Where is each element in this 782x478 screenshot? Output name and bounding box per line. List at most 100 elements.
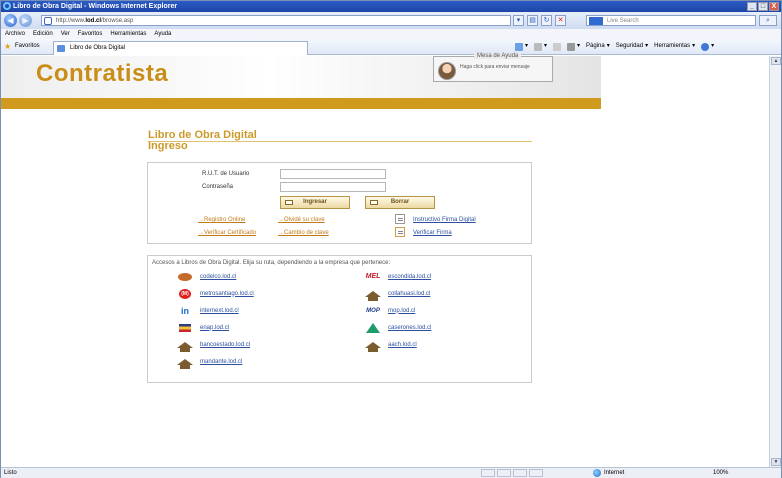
back-button[interactable]: ◀ <box>4 14 17 27</box>
feeds-button[interactable]: ▾ <box>534 42 547 51</box>
company-link[interactable]: collahuasi.lod.cl <box>388 291 430 297</box>
globe-icon <box>593 469 601 477</box>
company-internext[interactable]: in internext.lod.cl <box>176 306 239 316</box>
verify-certificate-link[interactable]: →Verificar Certificado <box>198 230 256 236</box>
close-button[interactable]: X <box>769 2 779 11</box>
enap-logo <box>176 323 194 332</box>
page-content: Contratista Mesa de Ayuda Haga click par… <box>1 53 769 467</box>
help-desk-text: Haga click para enviar mensaje <box>460 64 530 70</box>
metro-logo: (M) <box>176 288 194 299</box>
help-menu[interactable]: ▾ <box>701 42 714 51</box>
print-button[interactable]: ▾ <box>567 42 580 51</box>
feeds-icon <box>534 42 543 51</box>
zoom-level[interactable]: 100% <box>713 468 728 478</box>
tab-page-icon <box>57 45 65 52</box>
forward-button[interactable]: ▶ <box>19 14 32 27</box>
vertical-scrollbar[interactable]: ▲ ▼ <box>769 56 781 467</box>
company-link[interactable]: aach.lod.cl <box>388 342 417 348</box>
page-menu[interactable]: Página ▾ <box>586 42 610 51</box>
favorites-star-icon[interactable]: ★ <box>4 42 11 51</box>
menu-bar: Archivo Edición Ver Favoritos Herramient… <box>1 29 781 39</box>
company-link[interactable]: bancoestado.lod.cl <box>200 342 250 348</box>
help-desk-box[interactable]: Mesa de Ayuda Haga click para enviar men… <box>433 53 553 82</box>
rut-input[interactable] <box>280 169 386 179</box>
company-aach[interactable]: aach.lod.cl <box>364 340 417 352</box>
print-icon <box>567 42 576 51</box>
safety-menu-label: Seguridad <box>615 43 644 49</box>
company-link[interactable]: mop.lod.cl <box>388 308 415 314</box>
status-pane <box>513 469 527 477</box>
company-caserones[interactable]: caserones.lod.cl <box>364 322 431 333</box>
compatibility-icon[interactable]: ▤ <box>527 15 538 26</box>
scroll-up-icon[interactable]: ▲ <box>771 57 781 65</box>
company-mandante[interactable]: mandante.lod.cl <box>176 357 242 369</box>
house-icon <box>364 289 382 301</box>
page-menu-label: Página <box>586 43 605 49</box>
safety-menu[interactable]: Seguridad ▾ <box>616 42 648 51</box>
menu-herramientas[interactable]: Herramientas <box>110 29 146 39</box>
search-input[interactable]: Live Search <box>586 15 756 26</box>
stop-icon[interactable]: ✕ <box>555 15 566 26</box>
caserones-logo <box>364 322 382 333</box>
status-pane <box>481 469 495 477</box>
minimize-button[interactable]: _ <box>747 2 757 11</box>
company-link[interactable]: enap.lod.cl <box>200 325 229 331</box>
company-link[interactable]: escondida.lod.cl <box>388 274 431 280</box>
home-button[interactable]: ▾ <box>515 42 528 51</box>
menu-edicion[interactable]: Edición <box>33 29 53 39</box>
company-escondida[interactable]: MEL escondida.lod.cl <box>364 272 431 281</box>
menu-ver[interactable]: Ver <box>61 29 70 39</box>
home-icon <box>515 42 523 51</box>
menu-favoritos[interactable]: Favoritos <box>78 29 103 39</box>
url-input[interactable]: http://www.lod.cl/browse.asp <box>41 15 511 26</box>
verify-cert-label: Verificar Certificado <box>204 230 257 236</box>
favorites-bar: ★ Favoritos Libro de Obra Digital ▾ ▾ ▾ … <box>1 39 781 55</box>
house-icon <box>176 357 194 369</box>
favorites-button[interactable]: Favoritos <box>15 43 40 49</box>
company-bancoestado[interactable]: bancoestado.lod.cl <box>176 340 250 352</box>
clear-button-icon <box>370 200 378 205</box>
company-link[interactable]: caserones.lod.cl <box>388 325 431 331</box>
instructivo-link[interactable]: Instructivo Firma Digital <box>413 217 476 223</box>
company-codelco[interactable]: codelco.lod.cl <box>176 272 236 281</box>
codelco-logo <box>176 272 194 281</box>
password-input[interactable] <box>280 182 386 192</box>
forgot-link-label: Olvidé su clave <box>284 217 325 223</box>
companies-intro: Accesos a Libros de Obra Digital. Elija … <box>152 260 391 266</box>
maximize-button[interactable]: □ <box>758 2 768 11</box>
status-text: Listo <box>4 470 17 476</box>
help-icon <box>701 42 710 51</box>
menu-archivo[interactable]: Archivo <box>5 29 25 39</box>
tools-menu[interactable]: Herramientas ▾ <box>654 42 695 51</box>
browser-window: Libro de Obra Digital - Windows Internet… <box>0 0 782 478</box>
menu-ayuda[interactable]: Ayuda <box>154 29 171 39</box>
login-button[interactable]: Ingresar <box>280 196 350 209</box>
forgot-password-link[interactable]: →Olvidé su clave <box>278 217 325 223</box>
company-link[interactable]: codelco.lod.cl <box>200 274 236 280</box>
login-panel: R.U.T. de Usuario Contraseña Ingresar Bo… <box>147 162 532 244</box>
mail-button[interactable] <box>553 42 562 51</box>
tab-libro-obra-digital[interactable]: Libro de Obra Digital <box>53 41 308 55</box>
company-collahuasi[interactable]: collahuasi.lod.cl <box>364 289 430 301</box>
company-metrosantiago[interactable]: (M) metrosantiago.lod.cl <box>176 288 254 299</box>
register-link[interactable]: →Registro Online <box>198 217 245 223</box>
refresh-icon[interactable]: ↻ <box>541 15 552 26</box>
change-password-link[interactable]: →Cambio de clave <box>278 230 329 236</box>
dropdown-icon[interactable]: ▾ <box>513 15 524 26</box>
mel-logo: MEL <box>365 273 381 280</box>
scroll-down-icon[interactable]: ▼ <box>771 458 781 466</box>
clear-button[interactable]: Borrar <box>365 196 435 209</box>
banner-stripe <box>1 98 601 109</box>
url-path: /browse.asp <box>101 18 134 24</box>
company-link[interactable]: metrosantiago.lod.cl <box>200 291 254 297</box>
company-enap[interactable]: enap.lod.cl <box>176 323 229 332</box>
change-pwd-label: Cambio de clave <box>284 230 329 236</box>
search-icon[interactable]: ⌕ <box>759 15 777 26</box>
verify-signature-link[interactable]: Verificar Firma <box>413 230 452 236</box>
security-zone[interactable]: Internet <box>593 468 624 478</box>
company-link[interactable]: mandante.lod.cl <box>200 359 242 365</box>
mop-logo: MOP <box>366 307 380 314</box>
company-link[interactable]: internext.lod.cl <box>200 308 239 314</box>
help-desk-title: Mesa de Ayuda <box>474 53 522 59</box>
company-mop[interactable]: MOP mop.lod.cl <box>364 306 415 315</box>
